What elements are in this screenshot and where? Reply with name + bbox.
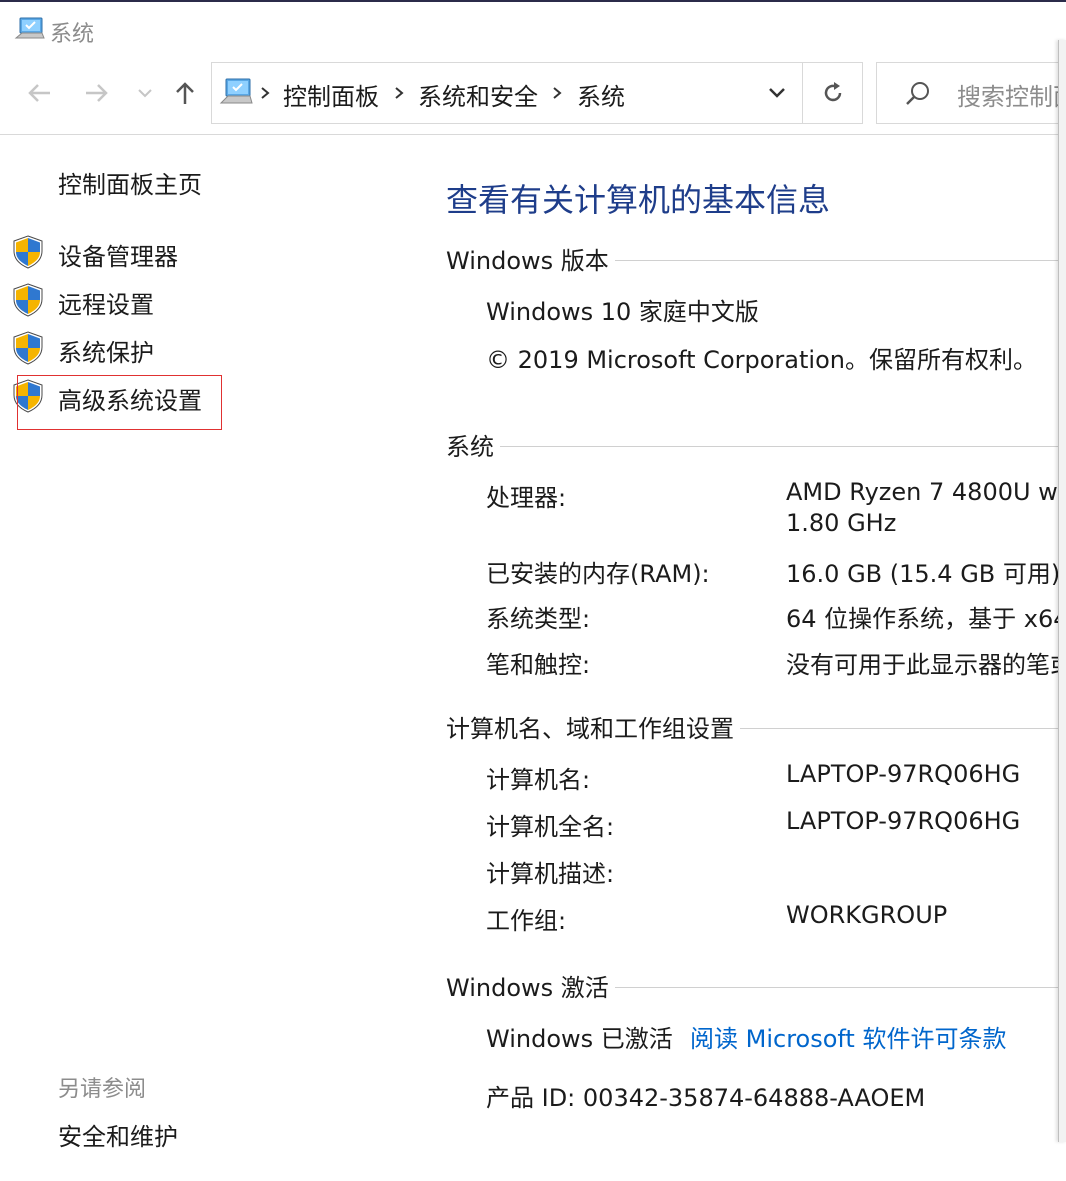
system-type-label: 系统类型: [486,605,591,633]
highlight-annotation-box [17,375,222,430]
adjacent-window-edge [1058,40,1066,1142]
sidebar-item-label: 远程设置 [58,291,154,319]
sidebar-item-device-manager[interactable]: 设备管理器 [12,235,412,275]
search-placeholder: 搜索控制面 [957,83,1066,111]
section-heading: Windows 版本 [446,247,609,275]
section-heading: 系统 [446,433,494,461]
recent-locations-button[interactable] [128,76,162,110]
computer-fullname-label: 计算机全名: [486,813,615,841]
section-windows-edition: Windows 版本 [446,241,1066,276]
see-also-heading: 另请参阅 [58,1077,147,1102]
navigation-bar: 控制面板 系统和安全 系统 搜索控制面 [0,58,1066,135]
forward-arrow-icon [86,84,108,102]
section-heading: Windows 激活 [446,974,609,1002]
pen-touch-value: 没有可用于此显示器的笔或 [786,651,1066,679]
address-dropdown-button[interactable] [752,63,802,123]
copyright-text: © 2019 Microsoft Corporation。保留所有权利。 [486,346,1037,374]
product-id: 产品 ID: 00342-35874-64888-AAOEM [486,1084,926,1112]
security-maintenance-link[interactable]: 安全和维护 [58,1117,178,1152]
ram-value: 16.0 GB (15.4 GB 可用) [786,560,1061,588]
window-title: 系统 [50,22,95,47]
section-heading: 计算机名、域和工作组设置 [446,715,734,743]
section-divider [614,260,1066,261]
uac-shield-icon [13,331,43,365]
breadcrumb-control-panel[interactable]: 控制面板 [283,77,379,112]
workgroup-label: 工作组: [486,907,567,935]
sidebar-item-label: 系统保护 [58,339,154,367]
processor-value: AMD Ryzen 7 4800U wit [786,478,1066,506]
search-input[interactable]: 搜索控制面 [876,62,1066,124]
back-arrow-icon [28,84,50,102]
sidebar-item-label: 设备管理器 [58,243,178,271]
sidebar-item-remote-settings[interactable]: 远程设置 [12,283,412,323]
breadcrumb-system-security[interactable]: 系统和安全 [418,77,538,112]
activation-status: Windows 已激活 [486,1025,673,1053]
chevron-down-icon [138,89,152,98]
workgroup-value: WORKGROUP [786,901,948,929]
page-title: 查看有关计算机的基本信息 [446,181,831,219]
refresh-button[interactable] [803,63,862,123]
section-divider [740,728,1066,729]
system-type-value: 64 位操作系统，基于 x64 [786,605,1066,633]
section-computer-name: 计算机名、域和工作组设置 [446,709,1066,744]
chevron-right-icon [395,87,404,99]
processor-label: 处理器: [486,484,567,512]
main-content: 查看有关计算机的基本信息 Windows 版本 Windows 10 家庭中文版… [446,135,1066,1181]
chevron-right-icon [553,87,562,99]
section-windows-activation: Windows 激活 [446,968,1066,1003]
windows-edition-name: Windows 10 家庭中文版 [486,298,759,326]
back-button[interactable] [22,76,56,110]
computer-fullname-value: LAPTOP-97RQ06HG [786,807,1021,835]
uac-shield-icon [13,283,43,317]
title-bar: 系统 [0,2,1066,58]
sidebar-item-system-protection[interactable]: 系统保护 [12,331,412,371]
up-button[interactable] [168,76,202,110]
section-divider [614,987,1066,988]
computer-name-value: LAPTOP-97RQ06HG [786,760,1021,788]
refresh-icon [824,82,841,102]
pen-touch-label: 笔和触控: [486,651,591,679]
ram-label: 已安装的内存(RAM): [486,560,710,588]
computer-description-label: 计算机描述: [486,860,615,888]
processor-speed-value: 1.80 GHz [786,509,897,537]
chevron-down-icon [769,88,785,98]
uac-shield-icon [13,235,43,269]
up-arrow-icon [176,82,194,104]
section-system: 系统 [446,427,1066,462]
system-computer-icon [14,17,45,39]
breadcrumb-system[interactable]: 系统 [577,77,625,112]
license-terms-link[interactable]: 阅读 Microsoft 软件许可条款 [690,1019,1006,1054]
control-panel-home-link[interactable]: 控制面板主页 [58,165,202,200]
control-panel-icon [219,78,253,104]
section-divider [500,446,1066,447]
forward-button[interactable] [80,76,114,110]
chevron-right-icon [261,87,270,99]
computer-name-label: 计算机名: [486,766,591,794]
address-bar[interactable]: 控制面板 系统和安全 系统 [211,62,863,124]
side-panel: 控制面板主页 设备管理器 远程设置 系统保护 高级系统设置 另请参阅 安全和维护 [0,135,420,1181]
search-icon [906,82,929,105]
